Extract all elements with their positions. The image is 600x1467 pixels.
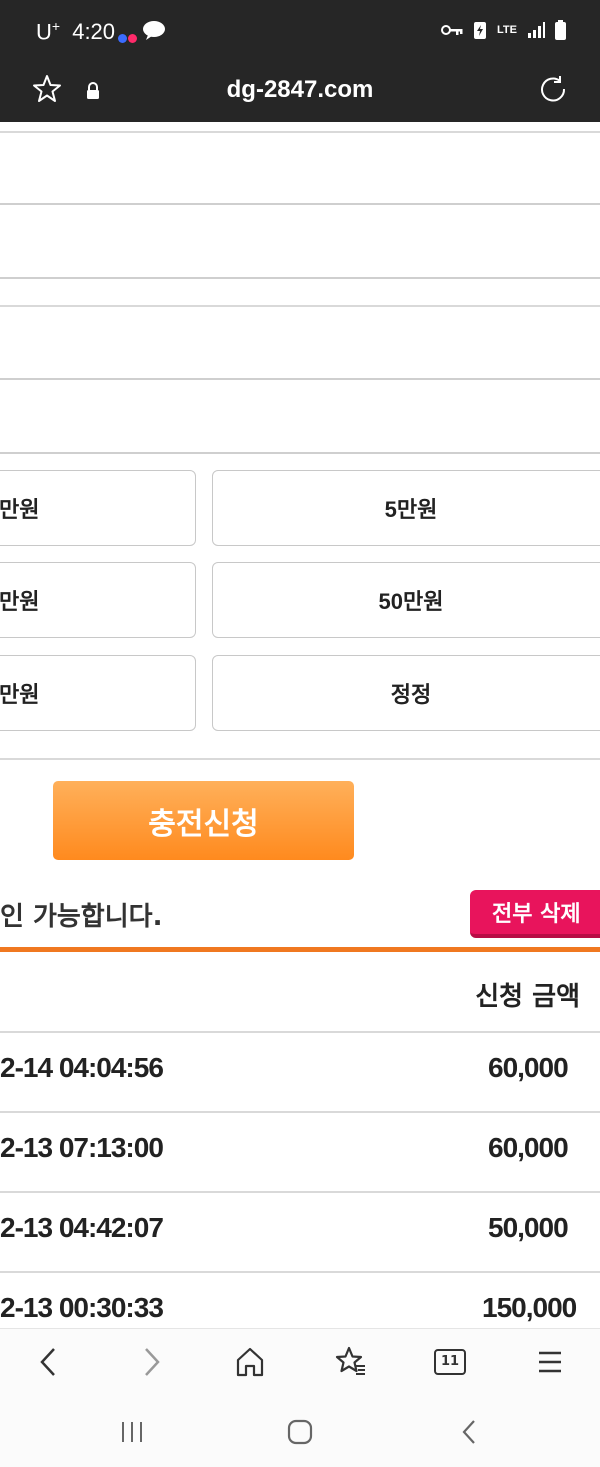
- amount-button-left-2[interactable]: 만원: [0, 562, 196, 638]
- divider: [0, 758, 600, 760]
- battery-icon: [555, 20, 566, 40]
- divider: [0, 1031, 600, 1033]
- menu-icon[interactable]: [536, 1345, 564, 1379]
- tabs-count: 11: [440, 1354, 460, 1369]
- divider: [0, 1111, 600, 1113]
- orange-divider: [0, 947, 600, 952]
- amount-button-5man[interactable]: 5만원: [212, 470, 600, 546]
- notice-text: 인 가능합니다.: [0, 902, 163, 932]
- chat-bubble-icon: [143, 21, 165, 40]
- row-date: 2-13 00:30:33: [0, 1292, 164, 1323]
- clock: 4:20: [72, 19, 116, 45]
- system-back-icon[interactable]: [456, 1418, 484, 1446]
- amount-button-50man[interactable]: 50만원: [212, 562, 600, 638]
- row-amount: 150,000: [482, 1292, 577, 1323]
- amount-button-left-1[interactable]: 만원: [0, 470, 196, 546]
- row-amount: 60,000: [488, 1132, 569, 1163]
- vpn-key-icon: [441, 25, 463, 35]
- forward-icon[interactable]: [138, 1345, 164, 1379]
- divider: [0, 1191, 600, 1193]
- row-amount: 60,000: [488, 1052, 569, 1083]
- row-date: 2-13 07:13:00: [0, 1132, 164, 1163]
- reload-icon[interactable]: [538, 74, 568, 104]
- carrier-label: U: [36, 19, 52, 45]
- status-icons: LTE: [441, 20, 566, 40]
- back-icon[interactable]: [36, 1345, 62, 1379]
- url-text[interactable]: dg-2847.com: [0, 76, 600, 104]
- delete-all-button[interactable]: 전부 삭제: [470, 890, 600, 938]
- home-icon[interactable]: [234, 1345, 266, 1379]
- row-amount: 50,000: [488, 1212, 569, 1243]
- row-date: 2-13 04:42:07: [0, 1212, 164, 1243]
- amount-label: 만원: [0, 682, 40, 707]
- input-field-1[interactable]: [0, 203, 600, 205]
- reset-button[interactable]: 정정: [212, 655, 600, 731]
- amount-label: 5만원: [384, 497, 438, 522]
- amount-label: 정정: [390, 682, 432, 707]
- signal-icon: [528, 22, 545, 38]
- tabs-icon[interactable]: 11: [434, 1349, 466, 1375]
- carrier-sup: +: [51, 18, 61, 34]
- amount-label: 만원: [0, 589, 40, 614]
- divider: [0, 1271, 600, 1273]
- bookmarks-icon[interactable]: [334, 1345, 368, 1379]
- lte-label: LTE: [497, 23, 517, 36]
- input-field-2[interactable]: [0, 378, 600, 380]
- column-header-amount: 신청 금액: [475, 982, 580, 1012]
- recent-apps-icon[interactable]: [118, 1418, 146, 1446]
- notification-dots-icon: [118, 28, 138, 47]
- row-date: 2-14 04:04:56: [0, 1052, 164, 1083]
- battery-saver-icon: [474, 22, 487, 39]
- home-button-icon[interactable]: [286, 1418, 314, 1446]
- carrier-time: U+ 4:20: [36, 18, 115, 45]
- charge-request-button[interactable]: 충전신청: [53, 781, 354, 860]
- status-bar: U+ 4:20 LTE: [0, 0, 600, 64]
- divider: [0, 452, 600, 454]
- divider: [0, 277, 600, 279]
- amount-button-left-3[interactable]: 만원: [0, 655, 196, 731]
- browser-address-bar: dg-2847.com: [0, 64, 600, 122]
- amount-label: 만원: [0, 497, 40, 522]
- divider: [0, 305, 600, 307]
- amount-label: 50만원: [378, 589, 444, 614]
- divider: [0, 131, 600, 133]
- browser-bottom-nav: 11: [0, 1328, 600, 1396]
- system-nav-bar: [0, 1396, 600, 1467]
